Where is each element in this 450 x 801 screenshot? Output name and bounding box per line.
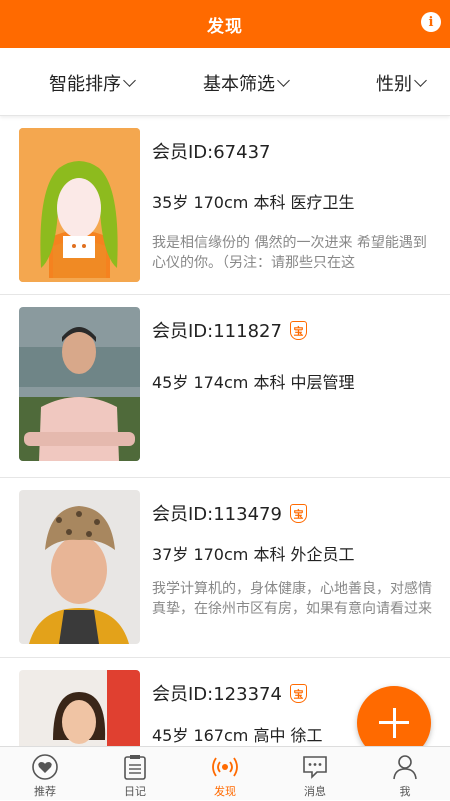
filter-label: 性别: [376, 74, 412, 95]
tab-me[interactable]: 我: [360, 747, 450, 801]
tab-bar: 推荐 日记 发现 消息 我: [0, 746, 450, 800]
member-id: 会员ID:111827 宝: [152, 317, 307, 343]
member-card[interactable]: 会员ID:67437 35岁 170cm 本科 医疗卫生 我是相信缘份的 偶然的…: [0, 116, 450, 295]
tab-discover[interactable]: 发现: [180, 747, 270, 801]
member-description: 我学计算机的，身体健康，心地善良，对感情真挚，在徐州市区有房，如果有意向请看过来: [152, 581, 432, 617]
person-icon: [393, 755, 417, 780]
avatar: [19, 670, 140, 746]
tab-recommend[interactable]: 推荐: [0, 747, 90, 801]
member-id: 会员ID:123374 宝: [152, 680, 307, 706]
page-title: 发现: [207, 16, 243, 37]
basic-filter[interactable]: 基本筛选: [203, 70, 290, 96]
top-bar: 发现 i: [0, 0, 450, 48]
avatar: [19, 490, 140, 644]
member-id: 会员ID:67437: [152, 142, 271, 163]
chevron-down-icon: [277, 73, 290, 87]
member-list: 会员ID:67437 35岁 170cm 本科 医疗卫生 我是相信缘份的 偶然的…: [0, 116, 450, 746]
notepad-icon: [124, 755, 146, 780]
member-card[interactable]: 会员ID:111827 宝 45岁 174cm 本科 中层管理: [0, 295, 450, 478]
gender-filter[interactable]: 性别: [376, 70, 427, 96]
member-id: 会员ID:113479 宝: [152, 500, 307, 526]
vip-badge-icon: 宝: [289, 503, 307, 523]
filter-bar: 智能排序 基本筛选 性别: [0, 48, 450, 116]
avatar: [19, 307, 140, 461]
chevron-down-icon: [123, 73, 136, 87]
info-icon[interactable]: i: [421, 12, 441, 32]
chevron-down-icon: [414, 73, 427, 87]
member-card[interactable]: 会员ID:113479 宝 37岁 170cm 本科 外企员工 我学计算机的，身…: [0, 478, 450, 658]
member-stats: 37岁 170cm 本科 外企员工: [152, 545, 355, 564]
vip-badge-icon: 宝: [289, 683, 307, 703]
member-stats: 35岁 170cm 本科 医疗卫生: [152, 193, 355, 212]
member-description: 我是相信缘份的 偶然的一次进来 希望能遇到心仪的你。（另注：请那些只在这: [152, 235, 427, 271]
tab-diary[interactable]: 日记: [90, 747, 180, 801]
tab-messages[interactable]: 消息: [270, 747, 360, 801]
smart-sort-filter[interactable]: 智能排序: [49, 70, 136, 96]
filter-label: 基本筛选: [203, 74, 275, 95]
avatar: [19, 128, 140, 282]
broadcast-icon: [212, 757, 238, 777]
member-stats: 45岁 167cm 高中 徐工: [152, 726, 323, 745]
filter-label: 智能排序: [49, 74, 121, 95]
member-stats: 45岁 174cm 本科 中层管理: [152, 373, 355, 392]
vip-badge-icon: 宝: [289, 320, 307, 340]
chat-icon: [303, 756, 327, 779]
heart-icon: [32, 754, 58, 780]
